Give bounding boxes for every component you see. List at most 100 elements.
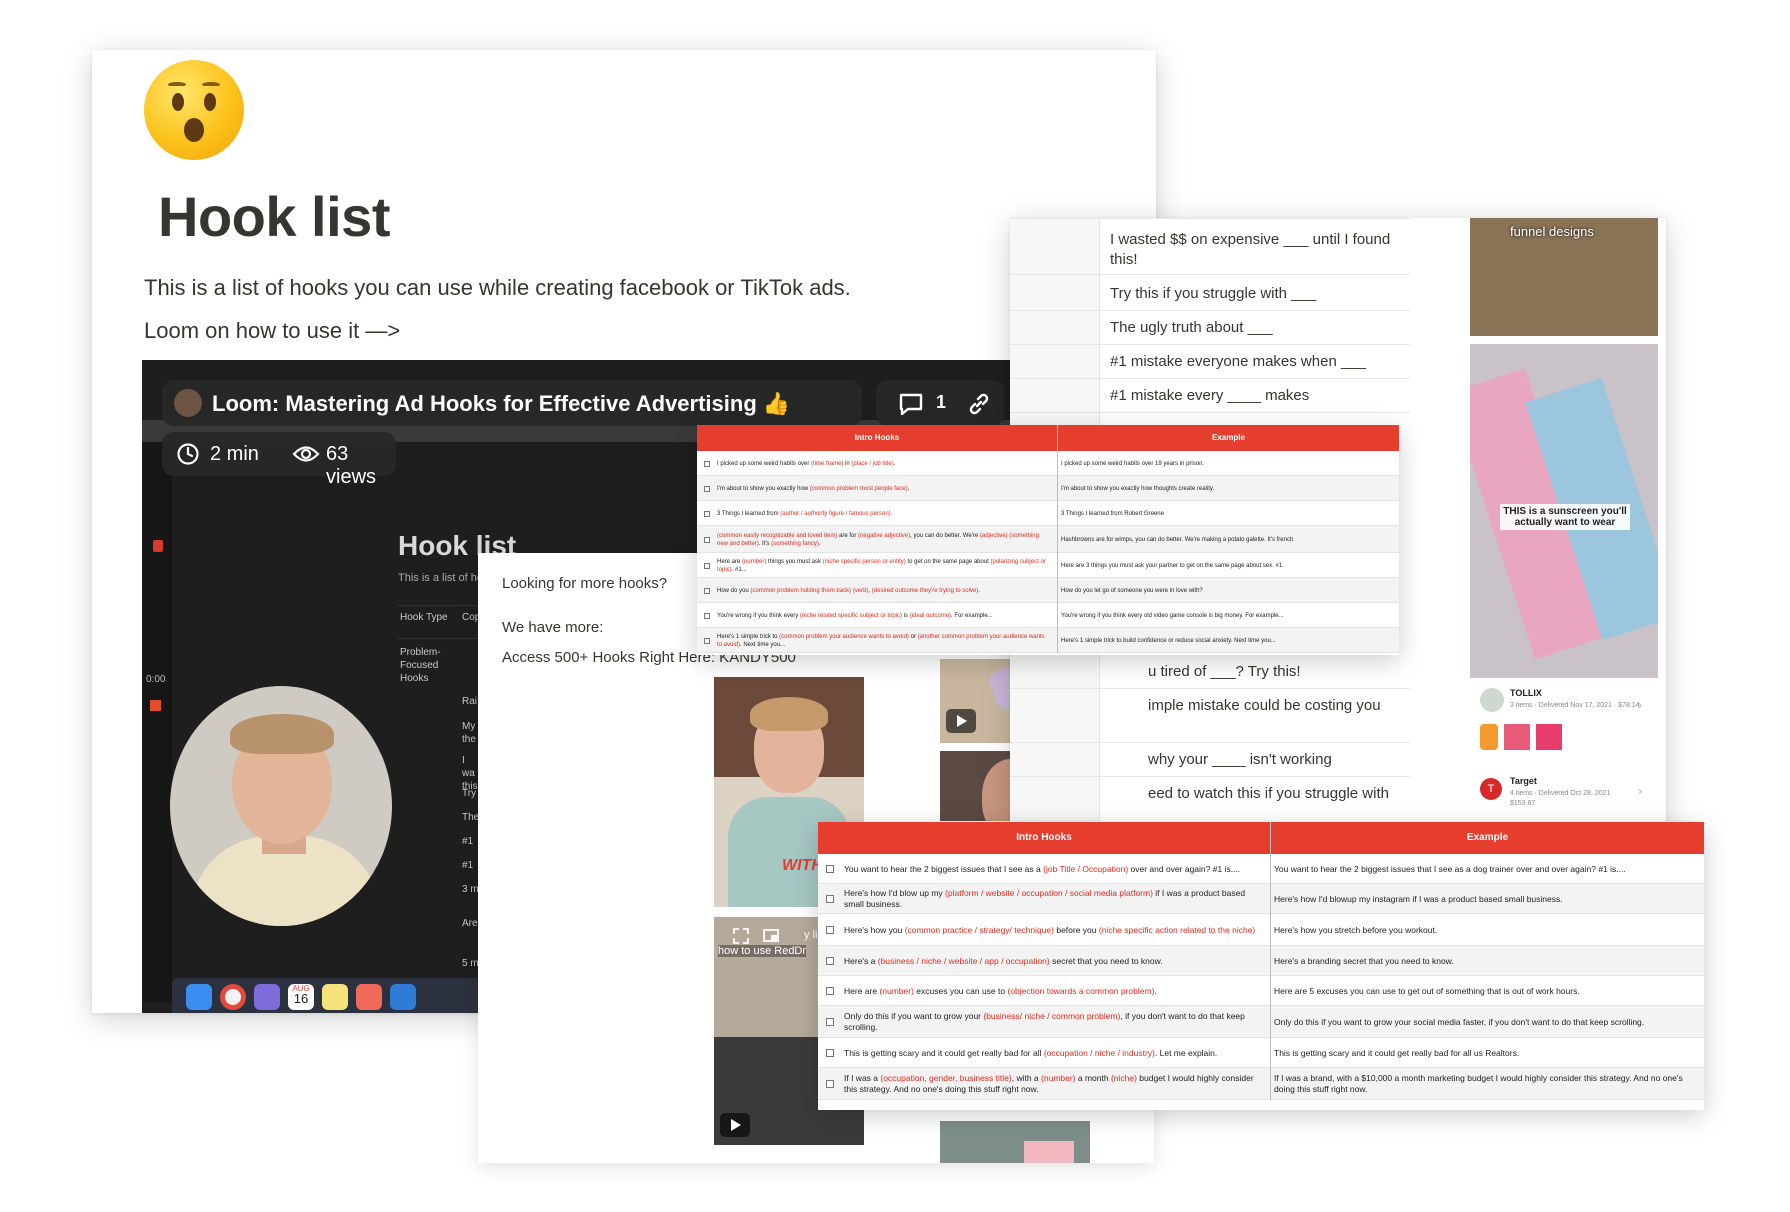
checkbox-icon[interactable] (826, 895, 834, 903)
checkbox-icon[interactable] (826, 1080, 834, 1088)
example-text: Here are 3 things you must ask your part… (1061, 562, 1284, 569)
checkbox-icon[interactable] (826, 1018, 834, 1026)
asana-icon[interactable] (356, 984, 382, 1010)
hook-text: , you can do better. We're (910, 532, 980, 539)
hook-list-row[interactable]: I wasted $$ on expensive ___ until I fou… (1110, 230, 1412, 270)
inner-snippet: The (462, 812, 480, 823)
hook-list-row-partial[interactable]: imple mistake could be costing you (1148, 696, 1410, 716)
checkbox-icon[interactable] (704, 536, 710, 543)
hook-list-row[interactable]: The ugly truth about ___ (1110, 318, 1412, 338)
hook-list-row-partial[interactable]: u tired of ___? Try this! (1148, 662, 1410, 682)
checkbox-icon[interactable] (826, 865, 834, 873)
table-row[interactable]: How do you (common problem holding them … (697, 578, 1399, 603)
table-row[interactable]: I picked up some weird habits over (time… (697, 451, 1399, 476)
emoji-brow-right (202, 82, 220, 87)
finder-icon[interactable] (186, 984, 212, 1010)
link-icon[interactable] (966, 391, 992, 417)
table-row[interactable]: Here's how I'd blow up my (platform / we… (818, 884, 1704, 914)
hook-template-cell: (common easily recognizable and loved it… (717, 526, 1051, 553)
example-cell: 3 Things I learned from Robert Greene (1061, 501, 1393, 526)
loom-title-bar[interactable]: Loom: Mastering Ad Hooks for Effective A… (162, 380, 862, 426)
inner-snippet: #1 (462, 860, 474, 871)
table-row[interactable]: If I was a (occupation, gender, business… (818, 1068, 1704, 1100)
calendar-icon[interactable]: AUG 16 (288, 984, 314, 1010)
hook-list-row[interactable]: #1 mistake everyone makes when ___ (1110, 352, 1412, 372)
row-divider (1010, 776, 1410, 777)
checkbox-icon[interactable] (704, 612, 710, 619)
checkbox-icon[interactable] (826, 987, 834, 995)
table-row[interactable]: (common easily recognizable and loved it… (697, 526, 1399, 553)
example-text: You're wrong if you think every old vide… (1061, 612, 1284, 619)
webcam-bubble[interactable] (170, 686, 392, 926)
launchpad-icon[interactable] (254, 984, 280, 1010)
loom-video-title[interactable]: Loom: Mastering Ad Hooks for Effective A… (212, 391, 790, 417)
hook-template-cell: Here are (number) excuses you can use to… (844, 976, 1264, 1006)
chevron-right-icon[interactable]: › (1638, 698, 1642, 712)
checkbox-icon[interactable] (704, 485, 710, 492)
example-text: Here's 1 simple trick to build confidenc… (1061, 637, 1276, 644)
record-stop-icon[interactable] (150, 700, 161, 711)
loom-link-text[interactable]: Loom on how to use it —> (144, 318, 400, 344)
hook-template-cell: How do you (common problem holding them … (717, 578, 1051, 603)
checkbox-icon[interactable] (826, 957, 834, 965)
table-row[interactable]: 3 Things I learned from (author / author… (697, 501, 1399, 526)
checkbox-icon[interactable] (704, 562, 710, 569)
hook-template-cell: If I was a (occupation, gender, business… (844, 1068, 1264, 1100)
table-row[interactable]: Here are (number) things you must ask (n… (697, 553, 1399, 578)
hook-template-cell: Here's 1 simple trick to (common problem… (717, 628, 1051, 653)
example-ad-image[interactable]: funnel designs (1470, 218, 1658, 336)
hook-list-row-partial[interactable]: eed to watch this if you struggle with (1148, 784, 1410, 804)
placeholder-text: (common problem holding them back) (750, 587, 852, 594)
app-store-icon[interactable] (390, 984, 416, 1010)
example-ad-image[interactable]: THIS is a sunscreen you'll actually want… (1470, 344, 1658, 678)
checkbox-icon[interactable] (704, 587, 710, 594)
table-row[interactable]: You're wrong if you think every (niche r… (697, 603, 1399, 628)
table-row[interactable]: You want to hear the 2 biggest issues th… (818, 854, 1704, 884)
hook-template-text: If I was a (occupation, gender, business… (844, 1073, 1264, 1095)
pip-icon[interactable] (762, 927, 780, 945)
placeholder-text: (niche specific person or entity) (822, 558, 906, 565)
hook-text: Here's how I'd blow up my (844, 888, 946, 898)
example-text: Here's how you stretch before you workou… (1274, 924, 1438, 935)
play-icon[interactable] (946, 709, 976, 733)
hook-template-cell: Only do this if you want to grow your (b… (844, 1006, 1264, 1038)
checkbox-icon[interactable] (704, 637, 710, 644)
table-row[interactable]: Here's 1 simple trick to (common problem… (697, 628, 1399, 653)
play-icon[interactable] (720, 1113, 750, 1137)
hook-template-cell: Here are (number) things you must ask (n… (717, 553, 1051, 578)
checkbox-icon[interactable] (704, 460, 710, 467)
checkbox-icon[interactable] (826, 926, 834, 934)
table-row[interactable]: I'm about to show you exactly how (commo… (697, 476, 1399, 501)
hook-template-cell: Here's how I'd blow up my (platform / we… (844, 884, 1264, 914)
video-thumbnail[interactable] (940, 1121, 1090, 1163)
astonished-face-emoji-icon (144, 60, 244, 160)
table-row[interactable]: Only do this if you want to grow your (b… (818, 1006, 1704, 1038)
hook-text: before you (1053, 924, 1099, 935)
placeholder-text: (desired outcome they're trying to solve… (871, 587, 979, 594)
hook-template-text: I'm about to show you exactly how (commo… (717, 485, 909, 493)
placeholder-text: (niche related specific subject or topic… (799, 612, 903, 619)
notes-icon[interactable] (322, 984, 348, 1010)
table-row[interactable]: Here's how you (common practice / strate… (818, 914, 1704, 946)
expand-icon[interactable] (732, 927, 750, 945)
table-row[interactable]: This is getting scary and it could get r… (818, 1038, 1704, 1068)
hook-template-cell: I picked up some weird habits over (time… (717, 451, 1051, 476)
row-divider (1010, 344, 1410, 345)
hook-list-row-partial[interactable]: why your ____ isn't working (1148, 750, 1410, 770)
table-row[interactable]: Here are (number) excuses you can use to… (818, 976, 1704, 1006)
row-divider (1010, 688, 1410, 689)
checkbox-icon[interactable] (826, 1049, 834, 1057)
example-cell: Here's how I'd blowup my instagram if I … (1274, 884, 1698, 914)
hook-text: . (893, 460, 896, 467)
hook-list-row[interactable]: Try this if you struggle with ___ (1110, 284, 1412, 304)
chevron-right-icon[interactable]: › (1638, 784, 1642, 798)
thumbnail-caption: how to use RedDr (718, 945, 807, 957)
hook-list-row[interactable]: #1 mistake every ____ makes (1110, 386, 1412, 406)
emoji-brow-left (168, 82, 186, 87)
comment-icon[interactable] (898, 392, 924, 416)
table-row[interactable]: Here's a (business / niche / website / a… (818, 946, 1704, 976)
checkbox-icon[interactable] (704, 510, 710, 517)
chrome-icon[interactable] (220, 984, 246, 1010)
placeholder-text: (time frame) (811, 460, 844, 467)
hook-text: If I was a (844, 1073, 881, 1083)
